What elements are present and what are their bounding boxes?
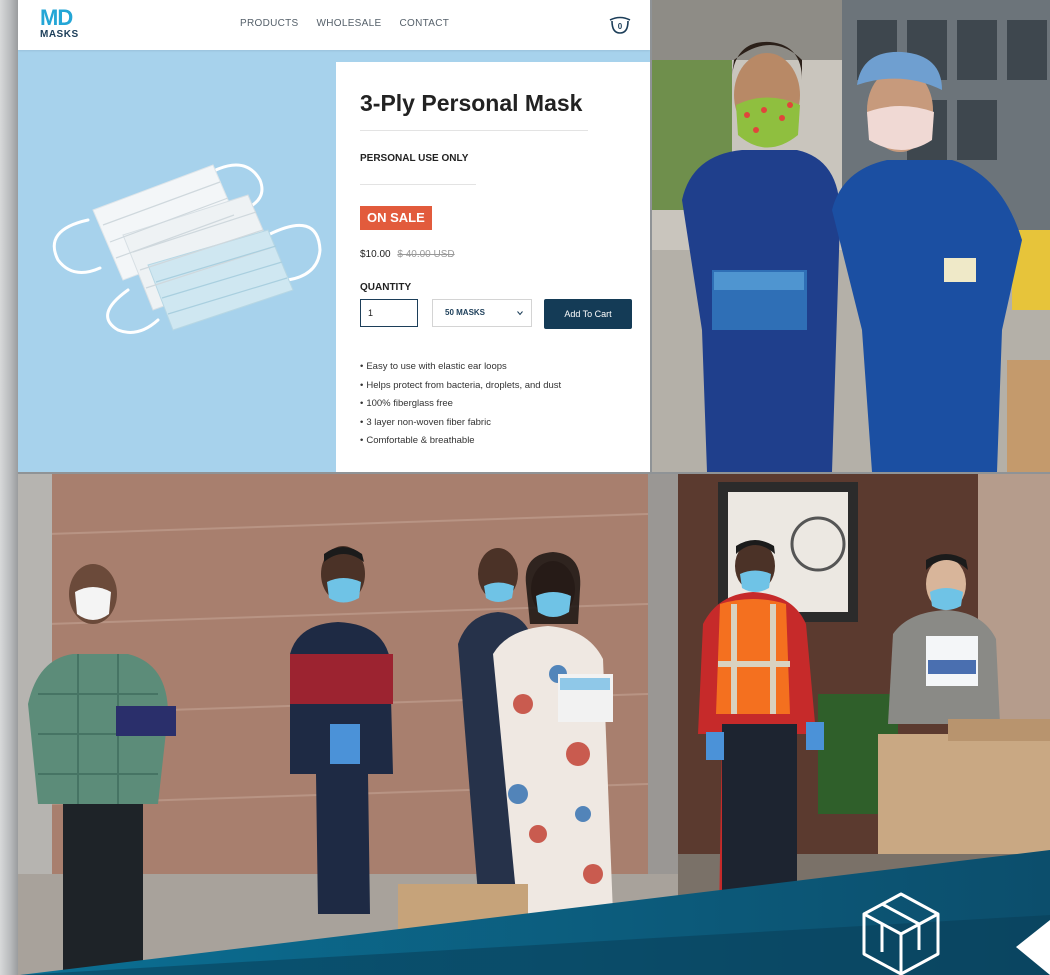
volunteers-group-photo [18, 474, 678, 975]
divider [360, 184, 476, 185]
cart-icon: 0 [609, 16, 631, 34]
left-frame-edge [0, 0, 18, 975]
sale-badge: ON SALE [360, 206, 432, 230]
next-arrow-icon[interactable] [1014, 920, 1050, 975]
box-logo-icon [862, 892, 940, 975]
current-price: $10.00 [360, 249, 391, 260]
nav-products[interactable]: PRODUCTS [240, 17, 299, 31]
nav-contact[interactable]: CONTACT [399, 17, 449, 31]
site-header: MD MASKS PRODUCTS WHOLESALE CONTACT 0 [18, 0, 650, 50]
feature-item: 100% fiberglass free [360, 395, 561, 414]
feature-list: Easy to use with elastic ear loops Helps… [360, 358, 561, 451]
price-row: $10.00 $ 40.00 USD [360, 248, 455, 262]
divider [360, 130, 588, 131]
product-subtitle: PERSONAL USE ONLY [360, 153, 469, 164]
logo-masks-text: MASKS [40, 29, 79, 40]
main-nav: PRODUCTS WHOLESALE CONTACT [240, 17, 449, 31]
cart-button[interactable]: 0 [608, 13, 632, 37]
md-masks-logo[interactable]: MD MASKS [40, 7, 90, 43]
cart-count: 0 [618, 22, 623, 31]
pack-size-select[interactable]: 50 MASKS [432, 299, 532, 327]
surgical-masks-image [52, 163, 322, 334]
product-page-screenshot: MD MASKS PRODUCTS WHOLESALE CONTACT 0 3-… [18, 0, 650, 472]
pack-size-value: 50 MASKS [445, 308, 486, 317]
add-to-cart-button[interactable]: Add To Cart [544, 299, 632, 329]
feature-item: 3 layer non-woven fiber fabric [360, 414, 561, 433]
feature-item: Helps protect from bacteria, droplets, a… [360, 377, 561, 396]
product-details-panel: 3-Ply Personal Mask PERSONAL USE ONLY ON… [336, 62, 650, 472]
logo-md-text: MD [40, 5, 73, 30]
feature-item: Comfortable & breathable [360, 432, 561, 451]
quantity-input[interactable]: 1 [360, 299, 418, 327]
product-title: 3-Ply Personal Mask [360, 90, 583, 116]
nav-wholesale[interactable]: WHOLESALE [317, 17, 382, 31]
chevron-down-icon [517, 311, 523, 316]
healthcare-workers-photo [652, 0, 1050, 472]
feature-item: Easy to use with elastic ear loops [360, 358, 561, 377]
quantity-label: QUANTITY [360, 282, 412, 293]
original-price: $ 40.00 USD [397, 249, 455, 260]
